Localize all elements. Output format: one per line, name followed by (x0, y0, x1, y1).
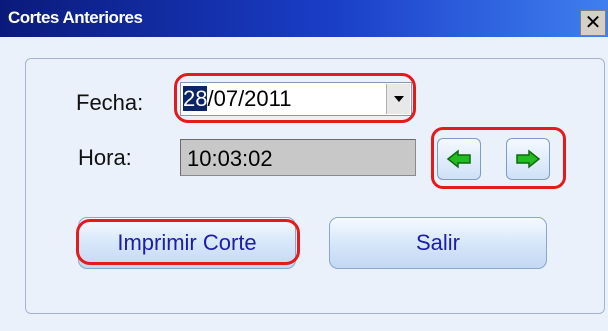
prev-button[interactable] (437, 138, 481, 180)
date-picker[interactable]: 28/07/2011 (180, 82, 412, 116)
right-arrow-icon (516, 149, 541, 169)
exit-button[interactable]: Salir (329, 217, 547, 269)
next-button[interactable] (506, 138, 550, 180)
hora-field: 10:03:02 (180, 139, 416, 176)
left-arrow-icon (446, 149, 471, 169)
print-corte-button[interactable]: Imprimir Corte (78, 217, 296, 269)
date-value[interactable]: 28/07/2011 (181, 86, 292, 112)
date-dropdown-button[interactable] (386, 84, 410, 114)
chevron-down-icon (393, 96, 404, 102)
hora-label: Hora: (78, 145, 132, 170)
date-day-selected: 28 (183, 86, 208, 111)
close-icon: ✕ (584, 12, 602, 34)
fecha-label: Fecha: (76, 90, 144, 115)
title-bar: Cortes Anteriores ✕ (0, 0, 608, 37)
window-title: Cortes Anteriores (8, 8, 143, 27)
date-rest: /07/2011 (207, 86, 292, 111)
close-button[interactable]: ✕ (580, 10, 606, 36)
